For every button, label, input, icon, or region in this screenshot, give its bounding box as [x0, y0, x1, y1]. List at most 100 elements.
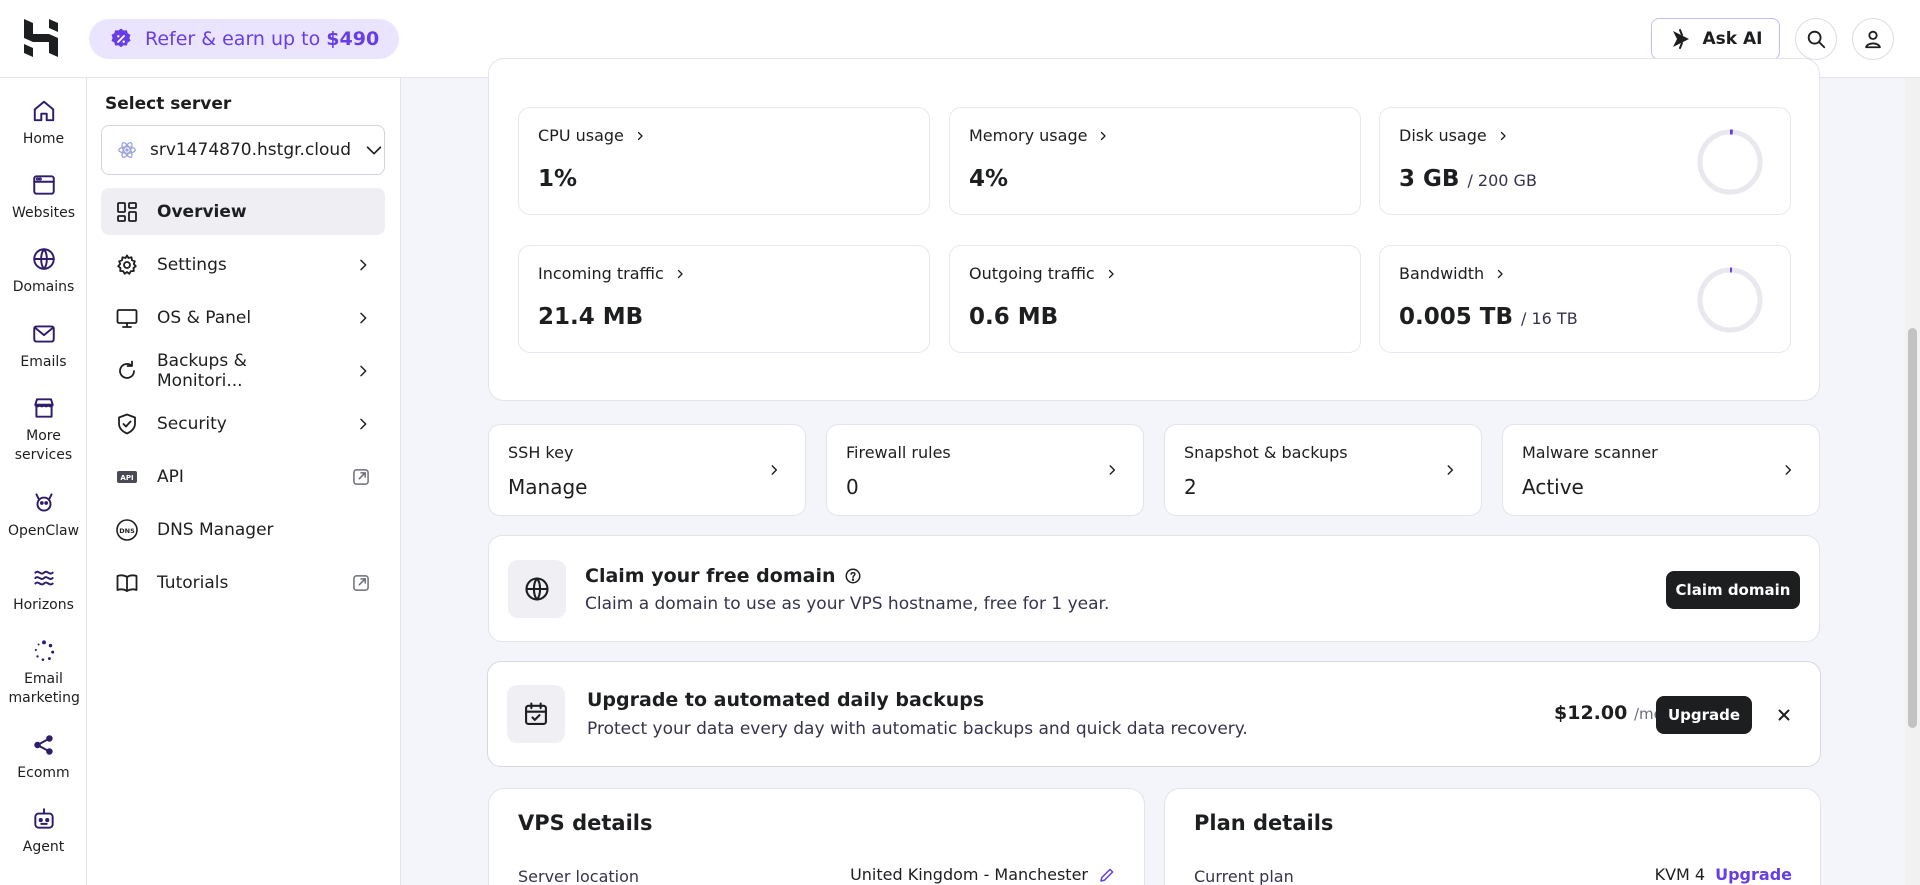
rail-item-home[interactable]: Home: [0, 98, 87, 149]
svg-text:API: API: [120, 474, 133, 482]
plan-details-title: Plan details: [1194, 811, 1334, 835]
nav-dns-manager[interactable]: DNS DNS Manager: [101, 506, 385, 553]
bandwidth-ring: [1697, 267, 1763, 333]
rail-item-horizons[interactable]: Horizons: [0, 564, 87, 615]
search-button[interactable]: [1795, 18, 1837, 60]
rail-item-more-services[interactable]: More services: [0, 395, 87, 465]
vps-details-card: VPS details Server location United Kingd…: [488, 788, 1145, 885]
overview-icon: [115, 200, 139, 224]
rail-item-email-marketing[interactable]: Email marketing: [0, 638, 87, 708]
server-name: srv1474870.hstgr.cloud: [150, 140, 351, 160]
claw-icon: [31, 490, 57, 522]
ssh-key-card[interactable]: SSH key Manage: [488, 424, 806, 516]
shield-icon: [115, 412, 139, 436]
dns-icon: DNS: [115, 518, 139, 542]
chevron-right-icon: [767, 463, 781, 477]
current-plan-label: Current plan: [1194, 867, 1294, 885]
edit-icon[interactable]: [1098, 866, 1116, 884]
email-marketing-icon: [31, 638, 57, 670]
chevron-right-icon: [1105, 268, 1117, 280]
chevron-right-icon: [355, 257, 371, 273]
disk-usage-ring: [1697, 129, 1763, 195]
store-icon: [31, 395, 57, 427]
external-link-icon: [351, 467, 371, 487]
api-icon: API: [115, 465, 139, 489]
backup-price: $12.00: [1554, 702, 1628, 724]
stat-memory-usage[interactable]: Memory usage 4%: [949, 107, 1361, 215]
chevron-right-icon: [355, 310, 371, 326]
close-icon[interactable]: [1775, 706, 1793, 724]
server-status-icon: [116, 139, 138, 161]
scrollbar-thumb[interactable]: [1908, 328, 1917, 728]
page-scrollbar[interactable]: [1905, 78, 1920, 885]
nav-overview[interactable]: Overview: [101, 188, 385, 235]
websites-icon: [31, 172, 57, 204]
rail-item-openclaw[interactable]: OpenClaw: [0, 490, 87, 541]
chevron-right-icon: [1781, 463, 1795, 477]
nav-backups-monitoring[interactable]: Backups & Monitori...: [101, 347, 385, 394]
ask-ai-button[interactable]: Ask AI: [1651, 18, 1780, 60]
nav-tutorials[interactable]: Tutorials: [101, 559, 385, 606]
upgrade-plan-link[interactable]: Upgrade: [1715, 865, 1792, 884]
stat-disk-usage[interactable]: Disk usage 3 GB / 200 GB: [1379, 107, 1791, 215]
chevron-right-icon: [1105, 463, 1119, 477]
server-select-dropdown[interactable]: srv1474870.hstgr.cloud: [101, 125, 385, 175]
snapshot-backups-card[interactable]: Snapshot & backups 2: [1164, 424, 1482, 516]
stat-total: / 200 GB: [1467, 171, 1537, 190]
malware-scanner-card[interactable]: Malware scanner Active: [1502, 424, 1820, 516]
svg-text:DNS: DNS: [119, 527, 135, 535]
search-icon: [1805, 28, 1827, 50]
select-server-title: Select server: [105, 94, 232, 114]
refresh-icon: [115, 359, 139, 383]
backup-title: Upgrade to automated daily backups: [587, 689, 985, 711]
rail-item-emails[interactable]: Emails: [0, 321, 87, 372]
main-nav-rail: Home Websites Domains Emails More servic…: [0, 78, 87, 885]
stat-value: 4%: [969, 166, 1009, 192]
stat-bandwidth[interactable]: Bandwidth 0.005 TB / 16 TB: [1379, 245, 1791, 353]
backup-text: Protect your data every day with automat…: [587, 719, 1248, 739]
rail-item-ecomm[interactable]: Ecomm: [0, 732, 87, 783]
stat-total: / 16 TB: [1521, 309, 1578, 328]
stat-value: 0.005 TB: [1399, 304, 1513, 330]
chevron-right-icon: [1494, 268, 1506, 280]
hostinger-logo[interactable]: [24, 19, 58, 57]
monitor-icon: [115, 306, 139, 330]
stat-value: 1%: [538, 166, 578, 192]
claim-domain-title: Claim your free domain: [585, 565, 836, 587]
rail-item-domains[interactable]: Domains: [0, 246, 87, 297]
usage-panel: CPU usage 1% Memory usage 4% Disk usage …: [488, 58, 1820, 401]
stat-value: 0.6 MB: [969, 304, 1059, 330]
nav-settings[interactable]: Settings: [101, 241, 385, 288]
stat-cpu-usage[interactable]: CPU usage 1%: [518, 107, 930, 215]
chevron-right-icon: [355, 416, 371, 432]
claim-domain-button[interactable]: Claim domain: [1666, 571, 1800, 609]
chevron-right-icon: [1443, 463, 1457, 477]
account-button[interactable]: [1852, 18, 1894, 60]
help-icon[interactable]: [844, 567, 862, 585]
refer-label: Refer & earn up to: [145, 28, 321, 50]
book-icon: [115, 571, 139, 595]
external-link-icon: [351, 573, 371, 593]
chevron-right-icon: [674, 268, 686, 280]
mail-icon: [31, 321, 57, 353]
rail-item-agent[interactable]: Agent: [0, 806, 87, 857]
backup-upgrade-banner: Upgrade to automated daily backups Prote…: [487, 661, 1821, 767]
vps-details-title: VPS details: [518, 811, 653, 835]
chevron-right-icon: [634, 130, 646, 142]
rail-item-websites[interactable]: Websites: [0, 172, 87, 223]
nav-os-panel[interactable]: OS & Panel: [101, 294, 385, 341]
nav-security[interactable]: Security: [101, 400, 385, 447]
upgrade-backup-button[interactable]: Upgrade: [1656, 696, 1752, 734]
refer-amount: $490: [326, 28, 380, 50]
main-content: CPU usage 1% Memory usage 4% Disk usage …: [401, 58, 1920, 885]
chevron-right-icon: [1497, 130, 1509, 142]
refer-earn-button[interactable]: Refer & earn up to $490: [89, 19, 400, 59]
stat-value: 3 GB: [1399, 166, 1460, 192]
firewall-rules-card[interactable]: Firewall rules 0: [826, 424, 1144, 516]
stat-incoming-traffic[interactable]: Incoming traffic 21.4 MB: [518, 245, 930, 353]
calendar-check-icon: [507, 685, 565, 743]
chevron-down-icon: [363, 139, 385, 161]
stat-outgoing-traffic[interactable]: Outgoing traffic 0.6 MB: [949, 245, 1361, 353]
stat-value: 21.4 MB: [538, 304, 644, 330]
nav-api[interactable]: API API: [101, 453, 385, 500]
